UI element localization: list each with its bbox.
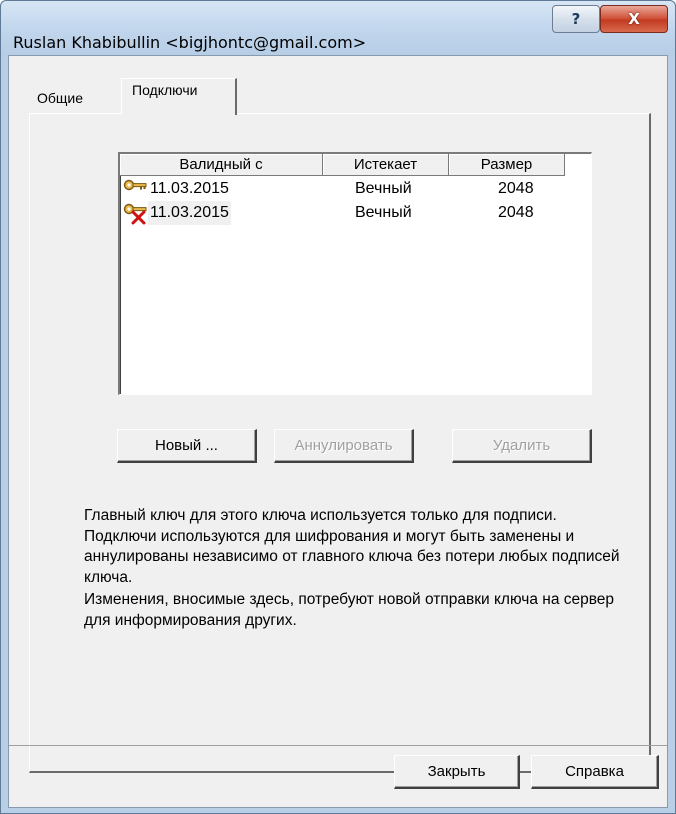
- column-header-expires[interactable]: Истекает: [323, 154, 449, 176]
- window-title: Ruslan Khabibullin <bigjhontc@gmail.com>: [13, 33, 367, 52]
- dialog-window: Ruslan Khabibullin <bigjhontc@gmail.com>…: [0, 0, 676, 814]
- tab-general[interactable]: Общие: [29, 84, 91, 114]
- description-paragraph-1: Главный ключ для этого ключа используетс…: [84, 507, 620, 586]
- close-button[interactable]: Закрыть: [394, 755, 520, 789]
- size-cell: 2048: [498, 180, 534, 197]
- column-header-valid-from[interactable]: Валидный с: [120, 154, 323, 176]
- size-cell: 2048: [498, 204, 534, 221]
- question-icon: ?: [571, 10, 581, 28]
- revoked-key-icon: [122, 201, 148, 225]
- column-header-size[interactable]: Размер: [449, 154, 565, 176]
- key-icon: [122, 177, 148, 201]
- dialog-body: Общие Подключи Валидный с Истекает Разме…: [8, 55, 668, 808]
- expires-cell: Вечный: [355, 180, 412, 197]
- list-item[interactable]: 11.03.2015 Вечный 2048: [120, 177, 592, 201]
- expires-cell: Вечный: [355, 204, 412, 221]
- titlebar-help-button[interactable]: ?: [552, 5, 600, 33]
- new-subkey-button[interactable]: Новый ...: [117, 429, 257, 463]
- tab-subkeys[interactable]: Подключи: [121, 78, 237, 115]
- list-item[interactable]: 11.03.2015 Вечный 2048: [120, 201, 592, 225]
- description-paragraph-2: Изменения, вносимые здесь, потребуют нов…: [84, 591, 615, 629]
- revoke-subkey-button[interactable]: Аннулировать: [274, 429, 414, 463]
- title-bar[interactable]: Ruslan Khabibullin <bigjhontc@gmail.com>…: [1, 1, 675, 55]
- help-button[interactable]: Справка: [531, 755, 659, 789]
- titlebar-close-button[interactable]: X: [600, 5, 668, 33]
- valid-from-cell: 11.03.2015: [148, 201, 231, 225]
- footer-divider: [9, 745, 667, 746]
- delete-subkey-button[interactable]: Удалить: [452, 429, 592, 463]
- valid-from-cell: 11.03.2015: [150, 180, 229, 197]
- close-icon: X: [628, 10, 640, 28]
- list-header: Валидный с Истекает Размер: [120, 154, 592, 176]
- subkeys-list[interactable]: Валидный с Истекает Размер 11.03.2015 Ве…: [118, 152, 592, 395]
- column-header-filler: [565, 154, 592, 176]
